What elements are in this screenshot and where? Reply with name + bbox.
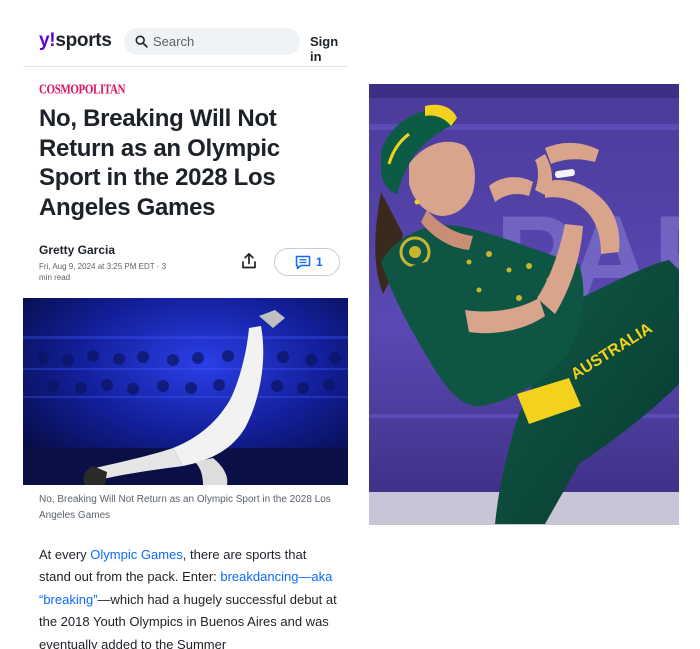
yahoo-sports-logo[interactable]: y!sports [39, 30, 112, 52]
article-dateline: Fri, Aug 9, 2024 at 3:25 PM EDT · 3 min … [39, 262, 167, 282]
comment-icon [295, 255, 311, 270]
athlete-illustration: PAR AUSTRALIA [369, 84, 679, 525]
athlete-photo: PAR AUSTRALIA [369, 84, 679, 525]
logo-y: y [39, 30, 50, 51]
comments-button[interactable]: 1 [274, 248, 340, 276]
comment-count: 1 [316, 255, 323, 269]
article-body: At every Olympic Games, there are sports… [39, 544, 339, 649]
search-input[interactable]: Search [124, 28, 300, 55]
source-logo[interactable]: COSMOPOLITAN [39, 82, 125, 97]
author-name[interactable]: Gretty Garcia [39, 243, 115, 257]
hero-image[interactable] [23, 298, 348, 485]
article-column: y!sports Search Sign in COSMOPOLITAN No,… [23, 0, 348, 649]
search-placeholder: Search [153, 34, 195, 49]
body-text-1: At every [39, 547, 91, 562]
article-headline: No, Breaking Will Not Return as an Olymp… [39, 105, 280, 221]
share-icon[interactable] [239, 251, 259, 271]
site-header: y!sports Search Sign in [23, 26, 348, 64]
image-caption: No, Breaking Will Not Return as an Olymp… [39, 494, 331, 521]
olympic-games-link[interactable]: Olympic Games [90, 547, 182, 562]
header-divider [23, 66, 348, 67]
breaker-photo [23, 298, 348, 485]
sign-in-link[interactable]: Sign in [310, 34, 348, 64]
search-icon [135, 35, 148, 48]
logo-sports: sports [55, 30, 112, 51]
